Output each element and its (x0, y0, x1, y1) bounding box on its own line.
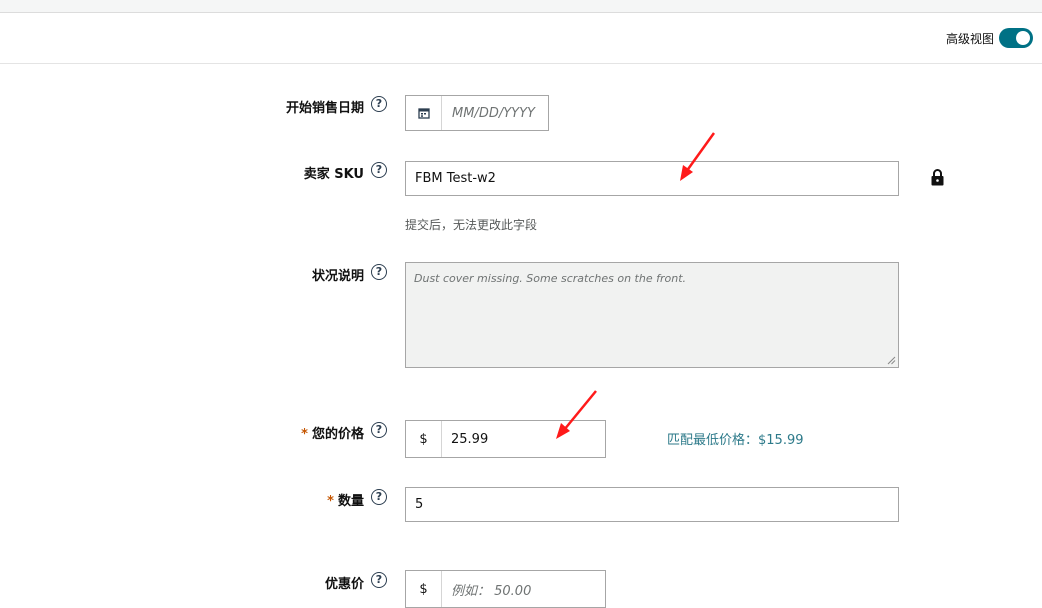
annotation-arrows (556, 132, 716, 439)
arrow-to-sku (680, 132, 716, 181)
arrow-to-price (556, 390, 597, 439)
